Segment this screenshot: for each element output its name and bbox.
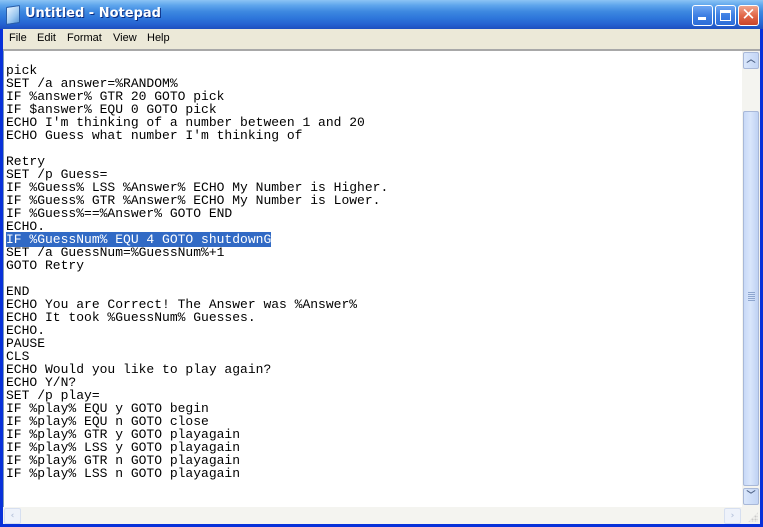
- scroll-right-button[interactable]: ›: [724, 508, 741, 524]
- menu-format[interactable]: Format: [65, 32, 104, 44]
- scroll-up-button[interactable]: ︿: [743, 52, 759, 69]
- window-title: Untitled - Notepad: [25, 6, 161, 21]
- text-line[interactable]: [6, 142, 388, 155]
- menu-help[interactable]: Help: [145, 32, 172, 44]
- text-line[interactable]: ECHO It took %GuessNum% Guesses.: [6, 311, 388, 324]
- title-bar[interactable]: Untitled - Notepad ✕: [0, 0, 763, 29]
- text-line[interactable]: [6, 272, 388, 285]
- scroll-left-button[interactable]: ‹: [4, 508, 21, 524]
- text-line[interactable]: IF %play% LSS n GOTO playagain: [6, 467, 388, 480]
- menu-view[interactable]: View: [111, 32, 139, 44]
- line-text: ECHO Guess what number I'm thinking of: [6, 128, 303, 143]
- text-line[interactable]: GOTO Retry: [6, 259, 388, 272]
- chevron-right-icon: ›: [730, 511, 735, 521]
- menu-file[interactable]: File: [7, 32, 29, 44]
- vertical-scroll-thumb[interactable]: [743, 111, 759, 486]
- text-editor[interactable]: pick SET /a answer=%RANDOM% IF %answer% GT…: [3, 51, 742, 507]
- resize-grip-icon: [748, 512, 758, 522]
- scroll-down-button[interactable]: ﹀: [743, 488, 759, 505]
- chevron-down-icon: ﹀: [746, 491, 756, 501]
- vertical-scrollbar[interactable]: ︿ ﹀: [742, 51, 760, 507]
- line-text: IF %play% LSS n GOTO playagain: [6, 466, 241, 481]
- text-line[interactable]: ECHO.: [6, 324, 388, 337]
- editor-text[interactable]: pick SET /a answer=%RANDOM% IF %answer% GT…: [6, 64, 388, 480]
- line-text: GOTO Retry: [6, 258, 85, 273]
- notepad-window: Untitled - Notepad ✕ File Edit Format Vi…: [0, 0, 763, 527]
- chevron-left-icon: ‹: [10, 511, 15, 521]
- notepad-icon: [6, 5, 20, 25]
- close-button[interactable]: ✕: [738, 5, 759, 26]
- maximize-icon: [720, 10, 731, 21]
- menu-edit[interactable]: Edit: [35, 32, 58, 44]
- resize-grip[interactable]: [742, 507, 760, 524]
- horizontal-scrollbar[interactable]: ‹ ›: [3, 507, 742, 524]
- close-icon: ✕: [741, 5, 756, 25]
- menu-bar: File Edit Format View Help: [3, 29, 760, 49]
- text-line[interactable]: IF %Guess%==%Answer% GOTO END: [6, 207, 388, 220]
- text-line[interactable]: ECHO Guess what number I'm thinking of: [6, 129, 388, 142]
- chevron-up-icon: ︿: [746, 55, 756, 65]
- text-line[interactable]: PAUSE: [6, 337, 388, 350]
- grip-icon: [748, 292, 755, 301]
- minimize-button[interactable]: [692, 5, 713, 26]
- maximize-button[interactable]: [715, 5, 736, 26]
- minimize-icon: [698, 17, 706, 20]
